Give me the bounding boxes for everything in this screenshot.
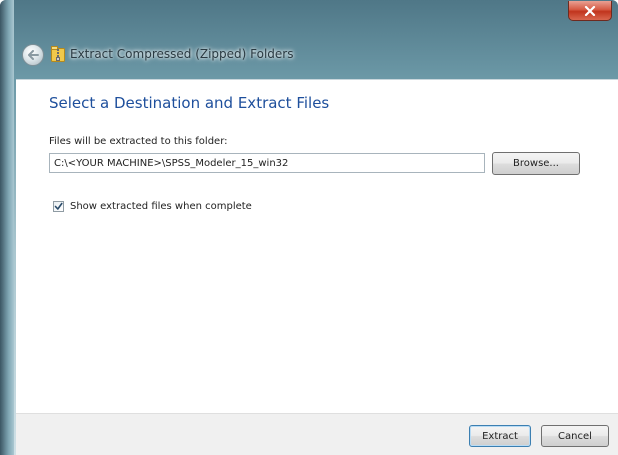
browse-button[interactable]: Browse... bbox=[492, 152, 580, 175]
dialog-footer: Extract Cancel bbox=[16, 413, 618, 455]
title-bar[interactable]: Extract Compressed (Zipped) Folders bbox=[0, 0, 618, 78]
extract-dialog-window: Extract Compressed (Zipped) Folders Sele… bbox=[0, 0, 618, 455]
back-arrow-icon bbox=[28, 50, 39, 60]
content-area: Select a Destination and Extract Files F… bbox=[16, 79, 618, 413]
zip-folder-icon bbox=[51, 46, 65, 62]
checkmark-icon bbox=[54, 202, 63, 210]
cancel-button[interactable]: Cancel bbox=[541, 425, 609, 447]
show-files-option[interactable]: Show extracted files when complete bbox=[53, 199, 252, 213]
show-files-checkbox[interactable] bbox=[53, 200, 64, 212]
destination-path-input[interactable] bbox=[49, 153, 485, 173]
destination-label: Files will be extracted to this folder: bbox=[49, 136, 228, 147]
window-title: Extract Compressed (Zipped) Folders bbox=[70, 47, 294, 61]
show-files-label: Show extracted files when complete bbox=[70, 200, 252, 212]
page-title: Select a Destination and Extract Files bbox=[49, 94, 330, 112]
extract-button[interactable]: Extract bbox=[469, 425, 531, 447]
close-icon bbox=[584, 5, 596, 16]
close-button[interactable] bbox=[568, 1, 612, 21]
back-button[interactable] bbox=[22, 44, 44, 66]
